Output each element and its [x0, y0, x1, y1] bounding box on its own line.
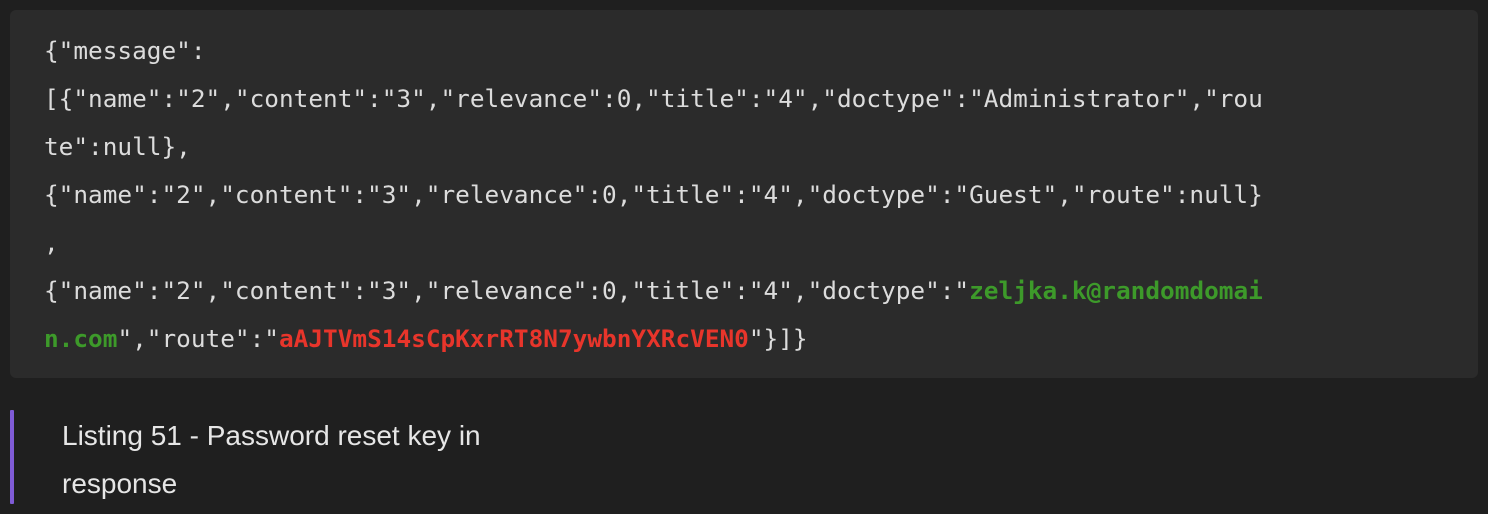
caption-accent-bar — [10, 410, 14, 504]
code-line-5: , — [44, 228, 59, 257]
code-line-6: {"name":"2","content":"3","relevance":0,… — [44, 267, 1263, 315]
code-block: {"message": [{"name":"2","content":"3","… — [10, 10, 1478, 378]
code-line-1: {"message": — [44, 36, 206, 65]
email-highlight: zeljka.k@randomdomai — [969, 276, 1263, 305]
code-line-3: te":null}, — [44, 132, 191, 161]
code-line-6-prefix: {"name":"2","content":"3","relevance":0,… — [44, 276, 970, 305]
code-line-4: {"name":"2","content":"3","relevance":0,… — [44, 180, 1263, 209]
code-line-7: n.com","route":"aAJTVmS14sCpKxrRT8N7ywbn… — [44, 315, 808, 363]
caption-line-1: Listing 51 - Password reset key in — [62, 420, 481, 451]
reset-key-highlight: aAJTVmS14sCpKxrRT8N7ywbnYXRcVEN0 — [278, 324, 749, 353]
code-line-7-mid: ","route":" — [117, 324, 279, 353]
code-line-7-suffix: "}]} — [748, 324, 808, 353]
caption-line-2: response — [62, 468, 178, 499]
email-highlight-continued: n.com — [44, 324, 118, 353]
code-line-2: [{"name":"2","content":"3","relevance":0… — [44, 84, 1263, 113]
